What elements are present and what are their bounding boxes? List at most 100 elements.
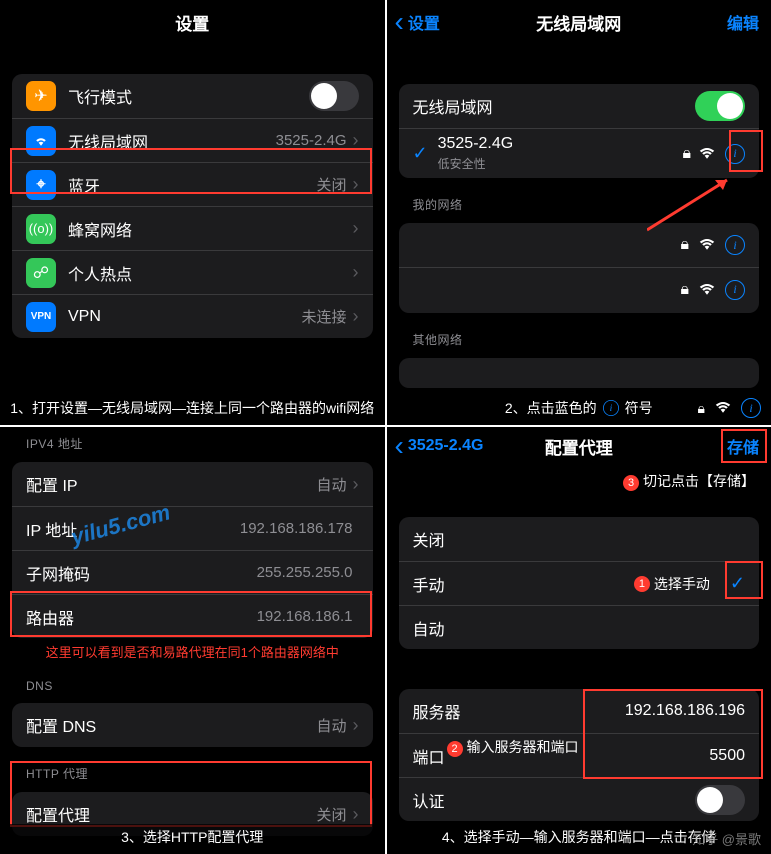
row-wifi[interactable]: 无线局域网 3525-2.4G: [12, 118, 373, 162]
vpn-value: 未连接: [301, 306, 346, 327]
info-icon[interactable]: i: [741, 398, 761, 418]
cellular-icon: ((o)): [26, 214, 56, 244]
input-tip: 2输入服务器和端口: [447, 737, 579, 757]
wifi-toggle[interactable]: [695, 91, 745, 121]
proxy-label: 配置代理: [26, 802, 316, 826]
chevron-icon: [353, 474, 359, 495]
airplane-toggle[interactable]: [309, 81, 359, 111]
row-manual[interactable]: 手动 1 选择手动 ✓: [399, 561, 760, 605]
other-networks-group: [399, 358, 760, 388]
my-networks-group: 🔒︎ i 🔒︎ i: [399, 223, 760, 313]
manual-label: 手动: [413, 572, 634, 596]
section-ipv4: IPV4 地址: [26, 435, 359, 452]
airplane-label: 飞行模式: [68, 84, 309, 108]
ip-value: 192.168.186.178: [240, 520, 353, 537]
network-subtitle: 低安全性: [438, 155, 683, 172]
row-config-dns[interactable]: 配置 DNS 自动: [12, 703, 373, 747]
section-other-networks: 其他网络: [413, 331, 746, 348]
config-ip-value: 自动: [316, 474, 346, 495]
lock-icon: 🔒︎: [680, 236, 689, 254]
dns-label: 配置 DNS: [26, 713, 316, 737]
row-bluetooth[interactable]: ⌖ 蓝牙 关闭: [12, 162, 373, 206]
edit-button[interactable]: 编辑: [727, 10, 759, 34]
hotspot-label: 个人热点: [68, 261, 353, 285]
config-ip-label: 配置 IP: [26, 472, 316, 496]
chevron-icon: [353, 715, 359, 736]
watermark-zhihu: 知乎 @景歌: [692, 829, 761, 848]
dns-group: 配置 DNS 自动: [12, 703, 373, 747]
wifi-label: 无线局域网: [68, 129, 276, 153]
row-off[interactable]: 关闭: [399, 517, 760, 561]
row-server[interactable]: 服务器 192.168.186.196: [399, 689, 760, 733]
row-subnet: 子网掩码 255.255.255.0: [12, 550, 373, 594]
row-airplane[interactable]: ✈︎ 飞行模式: [12, 74, 373, 118]
router-value: 192.168.186.1: [257, 608, 353, 625]
checkmark-icon: ✓: [730, 573, 745, 594]
back-button[interactable]: 3525-2.4G: [395, 437, 484, 455]
page-title: 设置: [175, 10, 209, 35]
off-label: 关闭: [413, 527, 746, 551]
bluetooth-icon: ⌖: [26, 170, 56, 200]
badge-3: 3: [623, 475, 639, 491]
proxy-value: 关闭: [316, 804, 346, 825]
lock-icon: 🔒︎: [680, 281, 689, 299]
row-cellular[interactable]: ((o)) 蜂窝网络: [12, 206, 373, 250]
caption: 3、选择HTTP配置代理: [0, 824, 385, 850]
port-value[interactable]: 5500: [709, 747, 745, 765]
row-hotspot[interactable]: ☍ 个人热点: [12, 250, 373, 294]
bt-label: 蓝牙: [68, 173, 316, 197]
auth-toggle[interactable]: [695, 785, 745, 815]
row-connected-network[interactable]: ✓ 3525-2.4G 低安全性 🔒︎ i: [399, 128, 760, 178]
bt-value: 关闭: [316, 174, 346, 195]
badge-2: 2: [447, 741, 463, 757]
row-network-2[interactable]: 🔒︎ i: [399, 267, 760, 311]
section-dns: DNS: [26, 679, 359, 693]
row-config-ip[interactable]: 配置 IP 自动: [12, 462, 373, 506]
auth-label: 认证: [413, 788, 696, 812]
mask-label: 子网掩码: [26, 561, 257, 585]
checkmark-icon: ✓: [413, 143, 428, 164]
info-icon[interactable]: i: [725, 235, 745, 255]
airplane-icon: ✈︎: [26, 81, 56, 111]
row-vpn[interactable]: VPN VPN 未连接: [12, 294, 373, 338]
lock-icon: 🔒︎: [698, 400, 705, 417]
chevron-icon: [353, 262, 359, 283]
router-label: 路由器: [26, 605, 257, 629]
wifi-signal-icon: [715, 402, 731, 414]
dns-value: 自动: [316, 715, 346, 736]
save-button[interactable]: 存储: [727, 434, 759, 458]
row-ip-address: IP 地址 192.168.186.178: [12, 506, 373, 550]
note-text: 这里可以看到是否和易路代理在同1个路由器网络中: [12, 642, 373, 661]
save-tip: 3切记点击【存储】: [387, 465, 771, 497]
settings-group: ✈︎ 飞行模式 无线局域网 3525-2.4G ⌖ 蓝牙 关闭 ((o)) 蜂窝…: [12, 74, 373, 338]
network-name: 3525-2.4G: [438, 135, 683, 153]
wifi-signal-icon: [699, 148, 715, 160]
manual-tip: 选择手动: [654, 574, 710, 594]
arrow-annotation: [647, 175, 737, 235]
chevron-icon: [353, 306, 359, 327]
back-button[interactable]: 设置: [395, 10, 440, 34]
header: 3525-2.4G 配置代理 存储: [387, 427, 771, 465]
panel-ipv4: IPV4 地址 配置 IP 自动 IP 地址 192.168.186.178 子…: [0, 427, 385, 854]
panel-settings: 设置 ✈︎ 飞行模式 无线局域网 3525-2.4G ⌖ 蓝牙 关闭 ((o))…: [0, 0, 385, 425]
header: 设置 无线局域网 编辑: [387, 0, 771, 44]
wifi-icon: [26, 126, 56, 156]
wifi-signal-icon: [699, 239, 715, 251]
info-icon[interactable]: i: [725, 280, 745, 300]
info-icon-caption: i: [603, 400, 619, 416]
row-router: 路由器 192.168.186.1: [12, 594, 373, 638]
info-icon[interactable]: i: [725, 144, 745, 164]
proxy-mode-group: 关闭 手动 1 选择手动 ✓ 自动: [399, 517, 760, 649]
chevron-icon: [353, 218, 359, 239]
wifi-toggle-label: 无线局域网: [413, 94, 696, 118]
page-title: 配置代理: [545, 434, 613, 459]
row-auto[interactable]: 自动: [399, 605, 760, 649]
chevron-icon: [353, 804, 359, 825]
row-wifi-toggle: 无线局域网: [399, 84, 760, 128]
lock-icon: 🔒︎: [682, 145, 691, 163]
chevron-icon: [353, 130, 359, 151]
wifi-group: 无线局域网 ✓ 3525-2.4G 低安全性 🔒︎ i: [399, 84, 760, 178]
section-http-proxy: HTTP 代理: [26, 765, 359, 782]
server-value[interactable]: 192.168.186.196: [625, 702, 745, 720]
panel-proxy-config: 3525-2.4G 配置代理 存储 3切记点击【存储】 关闭 手动 1 选择手动…: [387, 427, 771, 854]
